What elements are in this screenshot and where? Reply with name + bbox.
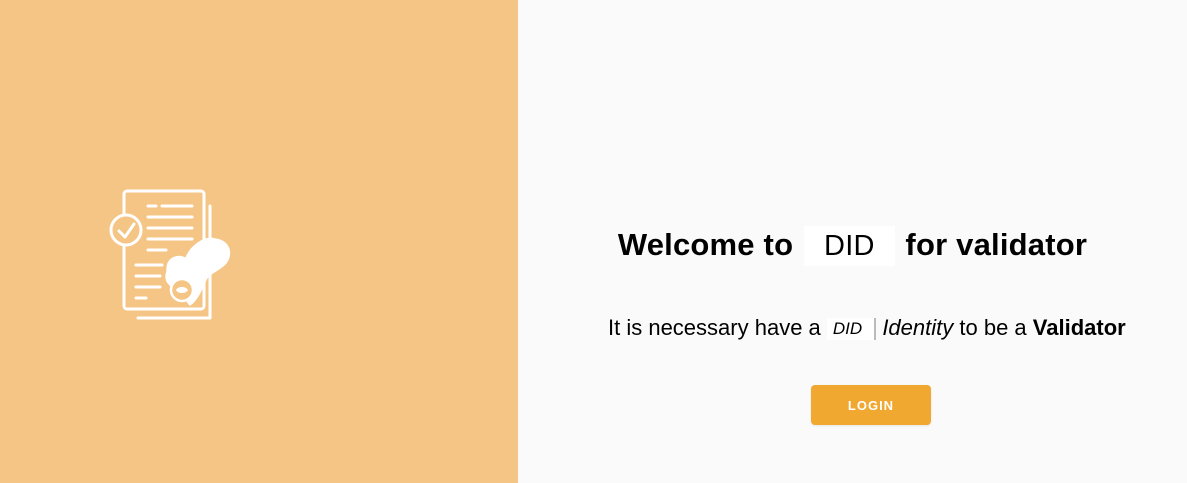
did-logo: DID (804, 226, 895, 266)
requirement-role: Validator (1032, 315, 1126, 340)
requirement-text: It is necessary have a DID Identity to b… (608, 315, 1126, 341)
document-validation-stamp-icon (109, 189, 231, 320)
requirement-prefix: It is necessary have a (608, 315, 821, 340)
login-button[interactable]: LOGIN (811, 385, 931, 425)
welcome-prefix: Welcome to (617, 227, 794, 262)
illustration-panel (0, 0, 518, 483)
welcome-heading: Welcome to DID for validator (518, 226, 1187, 266)
welcome-panel: Welcome to DID for validator It is neces… (518, 0, 1187, 483)
did-logo-small: DID (826, 318, 877, 340)
requirement-middle: to be a (959, 315, 1027, 340)
welcome-suffix: for validator (905, 227, 1088, 262)
requirement-identity: Identity (882, 315, 954, 340)
login-page: Welcome to DID for validator It is neces… (0, 0, 1187, 483)
